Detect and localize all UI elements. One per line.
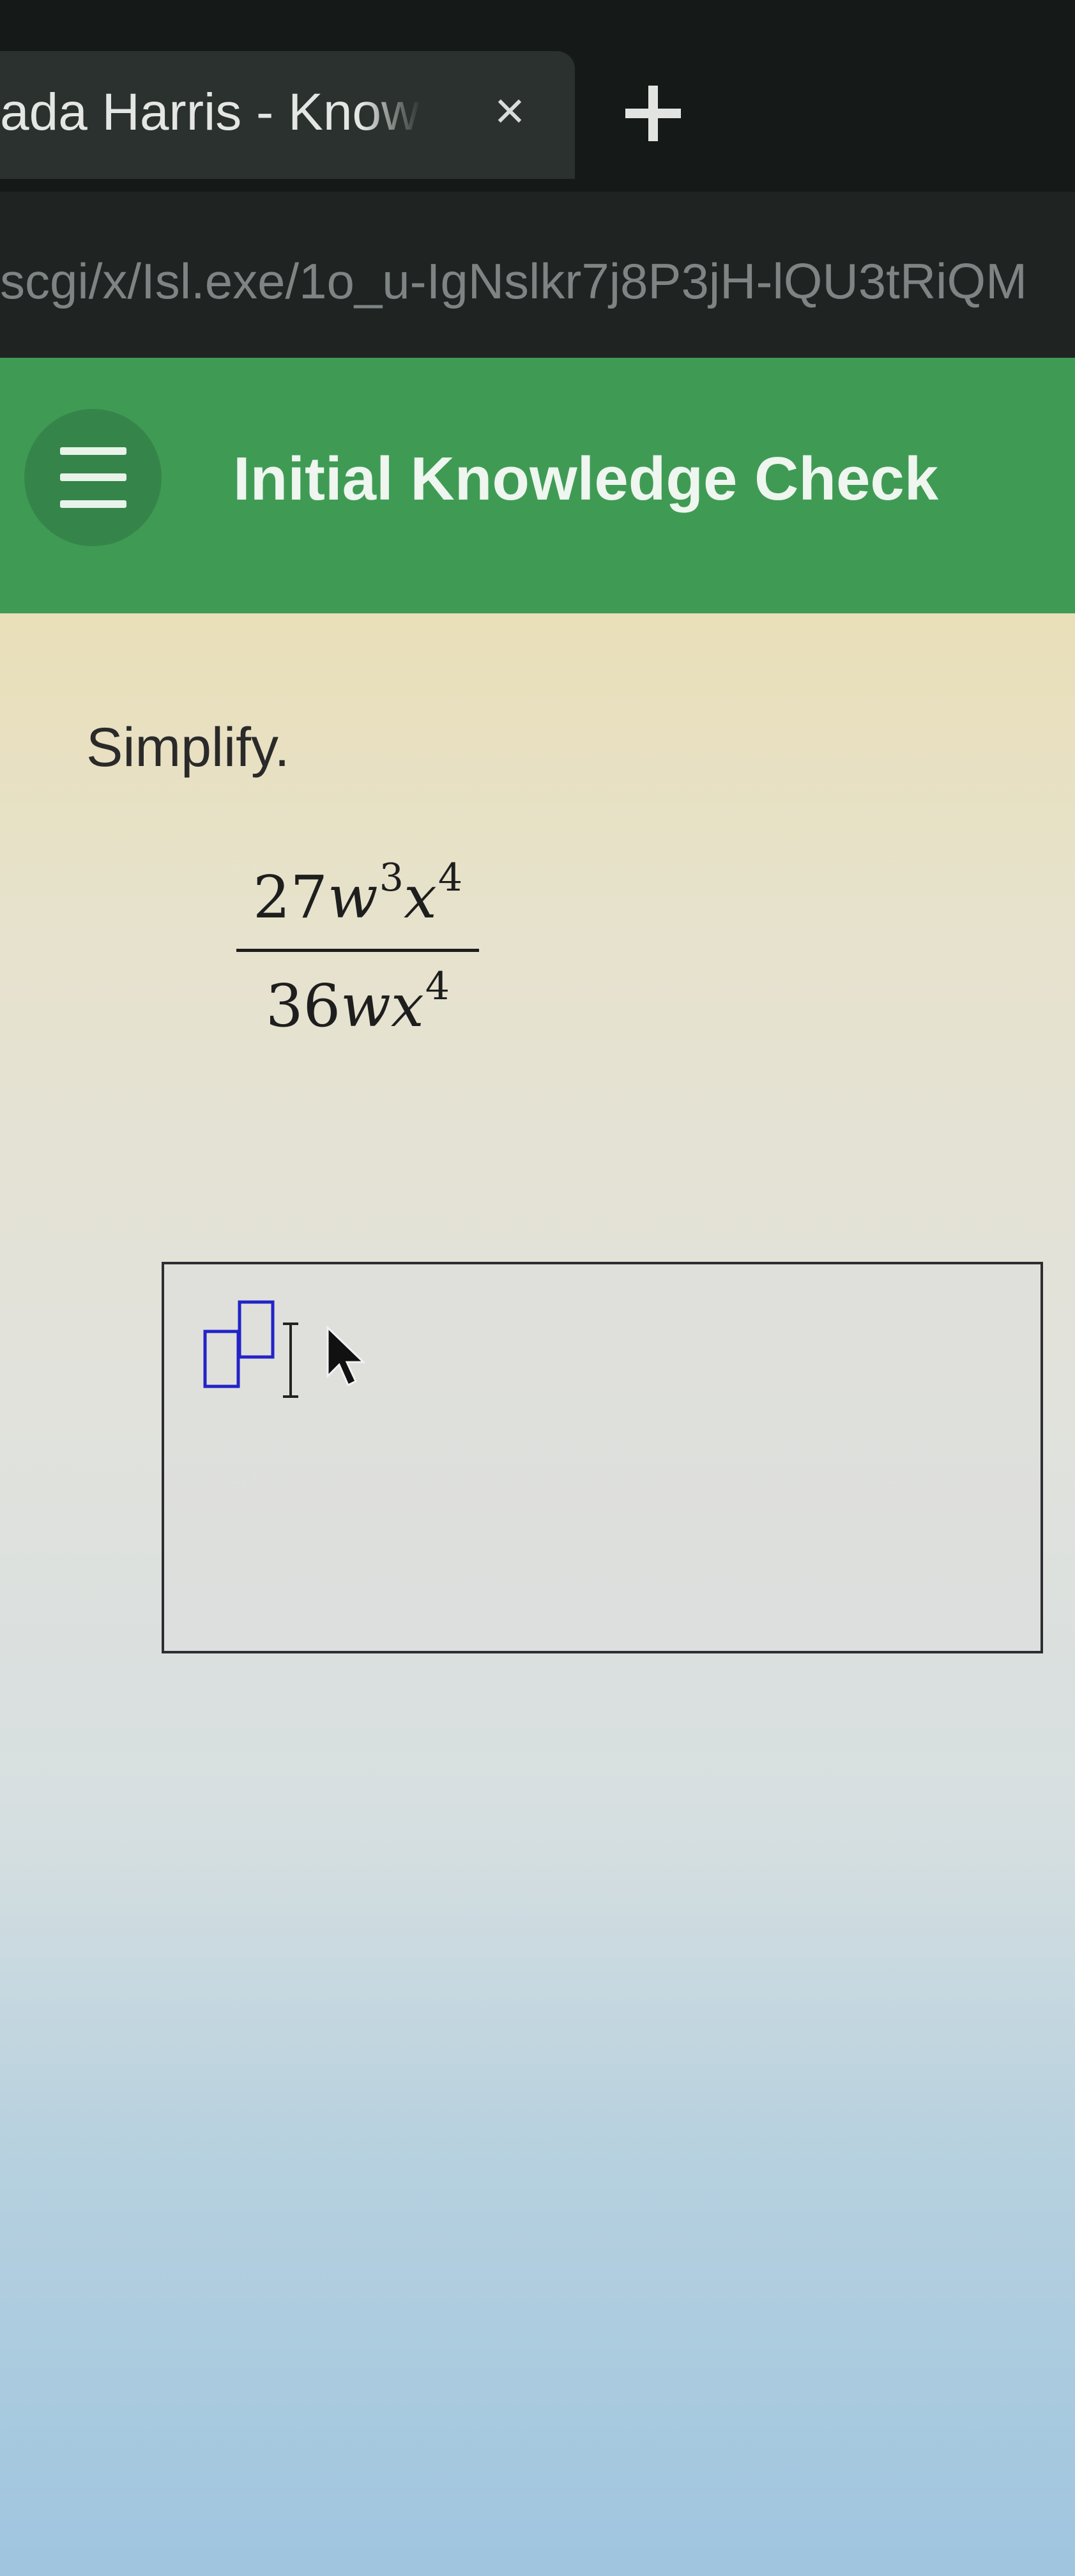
menu-button[interactable]: [24, 409, 162, 546]
page-title: Initial Knowledge Check: [233, 445, 939, 513]
new-tab-button[interactable]: [623, 83, 683, 144]
denominator-exponent-x: 4: [425, 964, 450, 1009]
hamburger-menu-icon: [60, 447, 126, 508]
fraction-denominator: 36wx4: [236, 964, 479, 1052]
denominator-coefficient: 36: [266, 972, 341, 1040]
fraction-expression: 27w3x4 36wx4: [236, 855, 479, 1052]
denominator-variable-x: x: [390, 972, 424, 1040]
fraction-numerator: 27w3x4: [236, 855, 479, 943]
mouse-pointer-icon: [326, 1325, 366, 1387]
fraction-bar: [236, 949, 479, 952]
numerator-exponent-w: 3: [379, 855, 404, 900]
plus-icon: [625, 86, 681, 141]
numerator-exponent-x: 4: [438, 855, 463, 900]
exponent-template-icon[interactable]: [202, 1300, 292, 1389]
browser-tab-strip: ada Harris - Knowledge ×: [0, 0, 1075, 192]
url-field[interactable]: scgi/x/Isl.exe/1o_u-IgNslkr7j8P3jH-lQU3t…: [0, 246, 1075, 316]
numerator-variable-w: w: [328, 863, 378, 931]
tab-close-icon[interactable]: ×: [484, 85, 535, 137]
app-header: Initial Knowledge Check: [0, 358, 1075, 613]
tab-title: ada Harris - Knowledge: [0, 83, 422, 141]
denominator-variable-w: w: [340, 972, 391, 1040]
numerator-coefficient: 27: [252, 863, 328, 931]
numerator-variable-x: x: [403, 863, 437, 931]
question-content: Simplify. 27w3x4 36wx4: [0, 613, 1075, 2576]
browser-tab[interactable]: ada Harris - Knowledge ×: [0, 51, 575, 179]
address-bar: scgi/x/Isl.exe/1o_u-IgNslkr7j8P3jH-lQU3t…: [0, 192, 1075, 358]
answer-input-box[interactable]: [162, 1262, 1043, 1653]
instruction-text: Simplify.: [86, 717, 290, 778]
text-cursor-icon: [283, 1322, 298, 1398]
